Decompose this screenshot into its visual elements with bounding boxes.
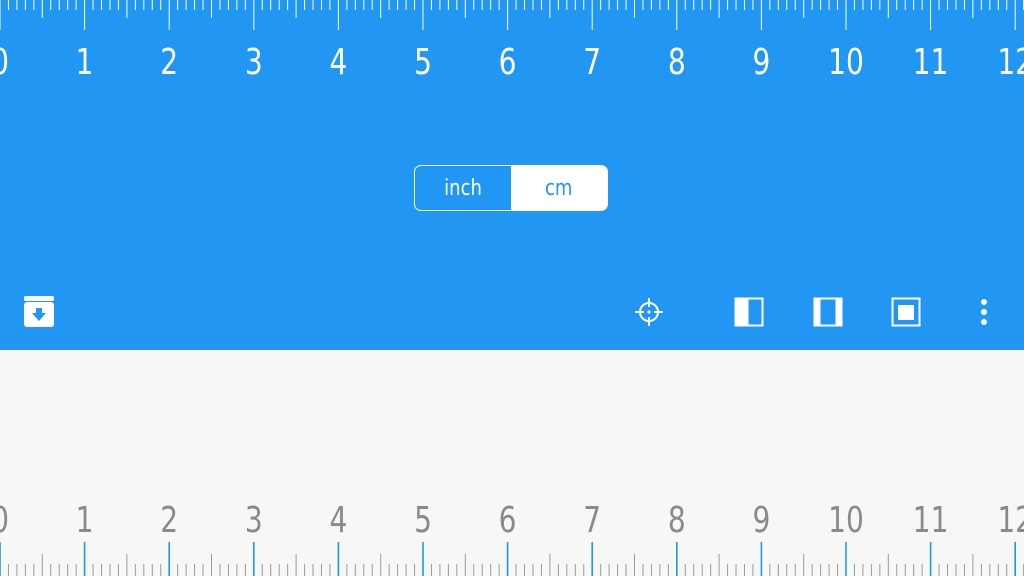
bottom-ruler-label: 2 [160,499,178,541]
top-ruler-label: 0 [0,41,9,83]
top-ruler-label: 4 [329,41,347,83]
layout-center-icon [813,297,843,327]
crosshair-icon [635,298,663,326]
more-options-button[interactable] [966,294,1002,330]
layout-left-icon [734,297,764,327]
top-ruler-label: 6 [499,41,517,83]
top-ruler-label: 2 [160,41,178,83]
bottom-ruler-label: 5 [414,499,432,541]
bottom-ruler-label: 10 [828,499,864,541]
layout-center-button[interactable] [810,294,846,330]
unit-option-inch[interactable]: inch [415,166,511,210]
bottom-ruler: 0123456789101112 [0,499,1024,576]
top-ruler-label: 8 [668,41,686,83]
save-button[interactable] [21,294,57,330]
top-ruler-label: 9 [752,41,770,83]
bottom-ruler-label: 0 [0,499,9,541]
unit-option-cm-label: cm [545,175,573,201]
top-ruler-label: 3 [245,41,263,83]
layout-full-icon [891,297,921,327]
save-icon [24,296,54,327]
top-ruler-label: 5 [414,41,432,83]
unit-option-inch-label: inch [444,175,482,201]
bottom-ruler-label: 3 [245,499,263,541]
bottom-ruler-label: 7 [583,499,601,541]
bottom-ruler-label: 1 [76,499,94,541]
bottom-ruler-label: 8 [668,499,686,541]
top-ruler: 0123456789101112 [0,0,1024,83]
unit-option-cm[interactable]: cm [511,166,607,210]
crosshair-button[interactable] [631,294,667,330]
bottom-ruler-label: 9 [752,499,770,541]
top-ruler-label: 1 [76,41,94,83]
unit-toggle[interactable]: inch cm [414,165,608,211]
top-ruler-label: 10 [828,41,864,83]
ruler-app: 0123456789101112 0123456789101112 inch c… [0,0,1024,576]
top-ruler-label: 12 [997,41,1024,83]
top-ruler-label: 7 [583,41,601,83]
layout-full-button[interactable] [888,294,924,330]
bottom-ruler-label: 6 [499,499,517,541]
more-vertical-icon [981,299,987,325]
layout-left-button[interactable] [731,294,767,330]
bottom-ruler-label: 4 [329,499,347,541]
bottom-ruler-label: 11 [913,499,949,541]
bottom-ruler-label: 12 [997,499,1024,541]
top-ruler-label: 11 [913,41,949,83]
